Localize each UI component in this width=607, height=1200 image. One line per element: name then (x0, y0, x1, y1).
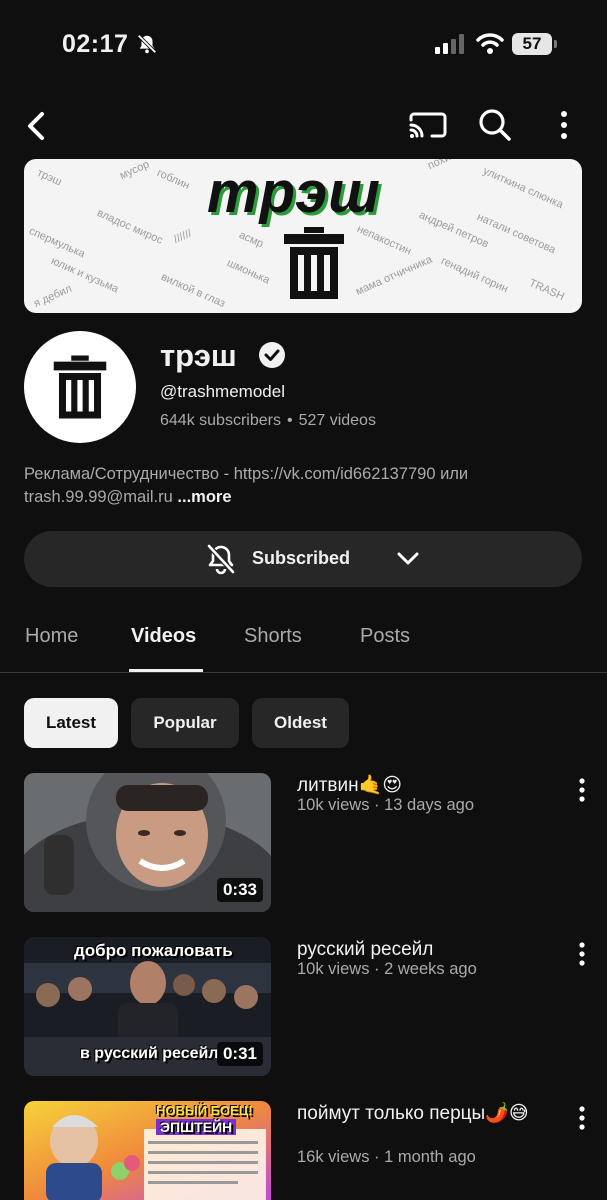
more-vertical-icon[interactable] (551, 108, 577, 142)
banner-word: мусор (118, 159, 152, 182)
channel-handle: @trashmemodel (160, 382, 285, 401)
battery-icon: 57 (512, 33, 558, 55)
cast-icon[interactable] (408, 108, 448, 142)
search-icon[interactable] (476, 106, 514, 144)
tab-shorts[interactable]: Shorts (244, 625, 302, 648)
video-more-icon[interactable] (573, 1104, 591, 1132)
banner-word: мама отчичника (354, 253, 435, 298)
video-title[interactable]: русский ресейл (297, 938, 559, 962)
banner-word: TRASH (527, 277, 567, 304)
banner-word: ////// (172, 227, 194, 246)
thumbnail-name: ЭПШТЕЙН (156, 1119, 237, 1135)
verified-badge-icon (259, 342, 285, 368)
channel-stats: 644k subscribers • 527 videos (160, 412, 376, 430)
video-more-icon[interactable] (573, 940, 591, 968)
silent-mode-icon (137, 34, 157, 54)
notification-off-icon (207, 544, 235, 575)
banner-word: гоблин (155, 167, 192, 192)
banner-word: непакостин (355, 223, 414, 258)
chip-oldest[interactable]: Oldest (252, 698, 349, 748)
banner-title: трэш (207, 160, 381, 225)
top-app-bar (0, 100, 607, 150)
video-item[interactable]: добро пожаловать в русский ресейл 0:31 р… (0, 937, 607, 1077)
banner-word: генадий горин (439, 255, 510, 296)
status-bar: 02:17 57 (0, 0, 607, 90)
video-thumbnail[interactable]: 0:33 (24, 773, 271, 912)
trash-bin-icon (284, 227, 344, 299)
thumbnail-badge: НОВЫЙ БОЕЦ! (156, 1103, 253, 1118)
description-line-2: trash.99.99@mail.ru (24, 488, 173, 506)
video-meta: 16k views · 1 month ago (297, 1148, 476, 1166)
banner-word: я дебил (32, 282, 74, 310)
subscriber-count: 644k subscribers (160, 412, 281, 429)
subscribed-button[interactable]: Subscribed (24, 531, 582, 587)
banner-word: натали советова (475, 211, 558, 257)
channel-tabs: Home Videos Shorts Posts (0, 616, 607, 673)
stats-separator: • (286, 412, 293, 429)
video-title[interactable]: поймут только перцы🌶️😅 (297, 1102, 555, 1126)
subscribed-label: Subscribed (252, 548, 351, 568)
thumbnail-caption-bottom: в русский ресейл (80, 1045, 219, 1062)
channel-avatar[interactable] (24, 331, 136, 443)
banner-word: шмонька (225, 257, 272, 287)
video-meta: 10k views · 13 days ago (297, 796, 475, 814)
wifi-icon (476, 33, 504, 54)
banner-word: трэш (35, 167, 64, 189)
video-duration: 0:31 (216, 1042, 263, 1066)
thumbnail-caption-top: добро пожаловать (74, 941, 233, 960)
description-line-1: Реклама/Сотрудничество - https://vk.com/… (24, 465, 469, 483)
channel-banner: трэш мусор гоблин похитюша улиткина слюн… (24, 159, 582, 313)
chevron-down-icon (397, 552, 419, 565)
back-arrow-icon[interactable] (20, 108, 52, 144)
channel-description[interactable]: Реклама/Сотрудничество - https://vk.com/… (24, 463, 584, 509)
video-more-icon[interactable] (573, 776, 591, 804)
video-count: 527 videos (298, 412, 376, 429)
channel-name: трэш (160, 338, 237, 373)
battery-level: 57 (512, 33, 552, 55)
banner-word: асмр (237, 229, 266, 251)
tab-videos[interactable]: Videos (131, 625, 196, 648)
video-duration: 0:33 (216, 878, 263, 902)
video-meta: 10k views · 2 weeks ago (297, 960, 477, 978)
banner-word: владос мирос (95, 207, 165, 247)
banner-word: похитюша (426, 159, 478, 172)
cellular-signal-icon (435, 34, 464, 54)
trash-bin-icon (53, 355, 107, 419)
description-more-link[interactable]: ...more (177, 488, 231, 506)
video-thumbnail[interactable]: НОВЫЙ БОЕЦ! ЭПШТЕЙН (24, 1101, 271, 1200)
active-tab-indicator (129, 669, 203, 672)
video-item[interactable]: 0:33 литвин🤙😍 10k views · 13 days ago (0, 773, 607, 913)
banner-word: спермулька (27, 225, 87, 261)
video-item[interactable]: НОВЫЙ БОЕЦ! ЭПШТЕЙН поймут только перцы🌶… (0, 1101, 607, 1200)
video-title[interactable]: литвин🤙😍 (297, 774, 559, 798)
tab-home[interactable]: Home (25, 625, 78, 648)
chip-latest[interactable]: Latest (24, 698, 118, 748)
status-time: 02:17 (62, 30, 129, 58)
banner-word: вилкой в глаз (159, 271, 227, 310)
chip-popular[interactable]: Popular (131, 698, 239, 748)
tab-posts[interactable]: Posts (360, 625, 410, 648)
banner-word: улиткина слюнка (481, 165, 566, 212)
video-thumbnail[interactable]: добро пожаловать в русский ресейл 0:31 (24, 937, 271, 1076)
